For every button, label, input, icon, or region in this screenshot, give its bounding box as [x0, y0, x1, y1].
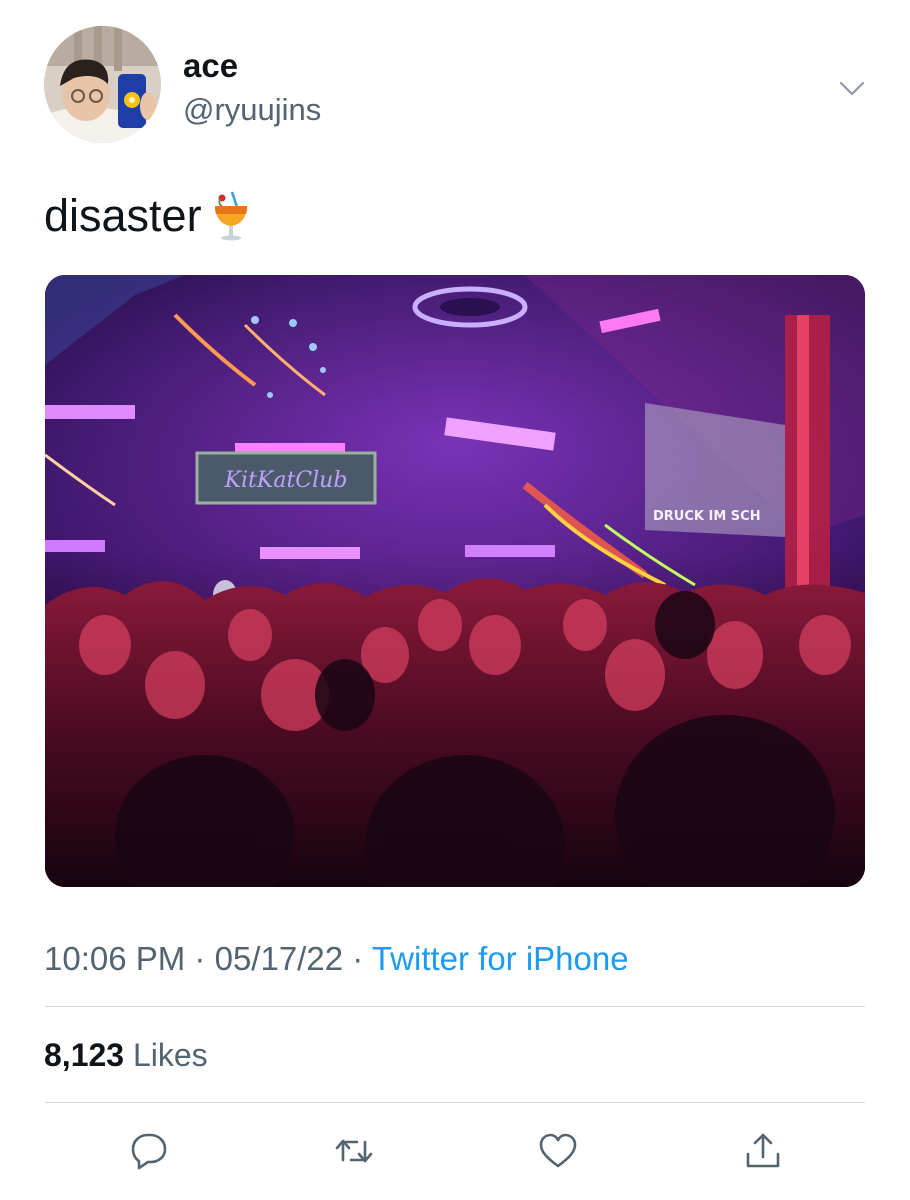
- tweet-date: 05/17/22: [214, 940, 344, 977]
- avatar[interactable]: [44, 26, 161, 143]
- retweet-icon: [335, 1139, 373, 1163]
- more-options-chevron-icon[interactable]: [836, 74, 868, 102]
- tweet-text-content: disaster: [44, 190, 202, 241]
- tweet-meta: 10:06 PM · 05/17/22 · Twitter for iPhone: [44, 938, 629, 980]
- meta-separator: ·: [352, 940, 364, 977]
- screen-sign-text: DRUCK IM SCH: [653, 509, 761, 524]
- display-name[interactable]: ace: [183, 46, 238, 86]
- tweet-source-link[interactable]: Twitter for iPhone: [372, 940, 629, 977]
- divider: [45, 1006, 865, 1007]
- reply-icon: [131, 1133, 167, 1170]
- meta-separator: ·: [194, 940, 206, 977]
- tweet-photo[interactable]: KitKatClub DRUCK IM SCH: [45, 275, 865, 887]
- tweet-time: 10:06 PM: [44, 940, 186, 977]
- tweet-text: disaster: [44, 188, 250, 244]
- heart-icon: [539, 1133, 577, 1168]
- reply-button[interactable]: [126, 1128, 172, 1174]
- retweet-button[interactable]: [331, 1128, 377, 1174]
- like-button[interactable]: [535, 1128, 581, 1174]
- club-photo-image: KitKatClub DRUCK IM SCH: [45, 275, 865, 887]
- likes-count: 8,123: [44, 1037, 125, 1073]
- likes-stat[interactable]: 8,123 Likes: [44, 1034, 208, 1076]
- tropical-drink-emoji-icon: [214, 191, 247, 241]
- avatar-image: [44, 26, 161, 143]
- divider: [45, 1102, 865, 1103]
- likes-label: Likes: [132, 1037, 208, 1073]
- share-icon: [746, 1133, 780, 1168]
- kitkatclub-sign-text: KitKatClub: [224, 468, 348, 493]
- user-handle[interactable]: @ryuujins: [183, 90, 321, 130]
- share-button[interactable]: [740, 1128, 786, 1174]
